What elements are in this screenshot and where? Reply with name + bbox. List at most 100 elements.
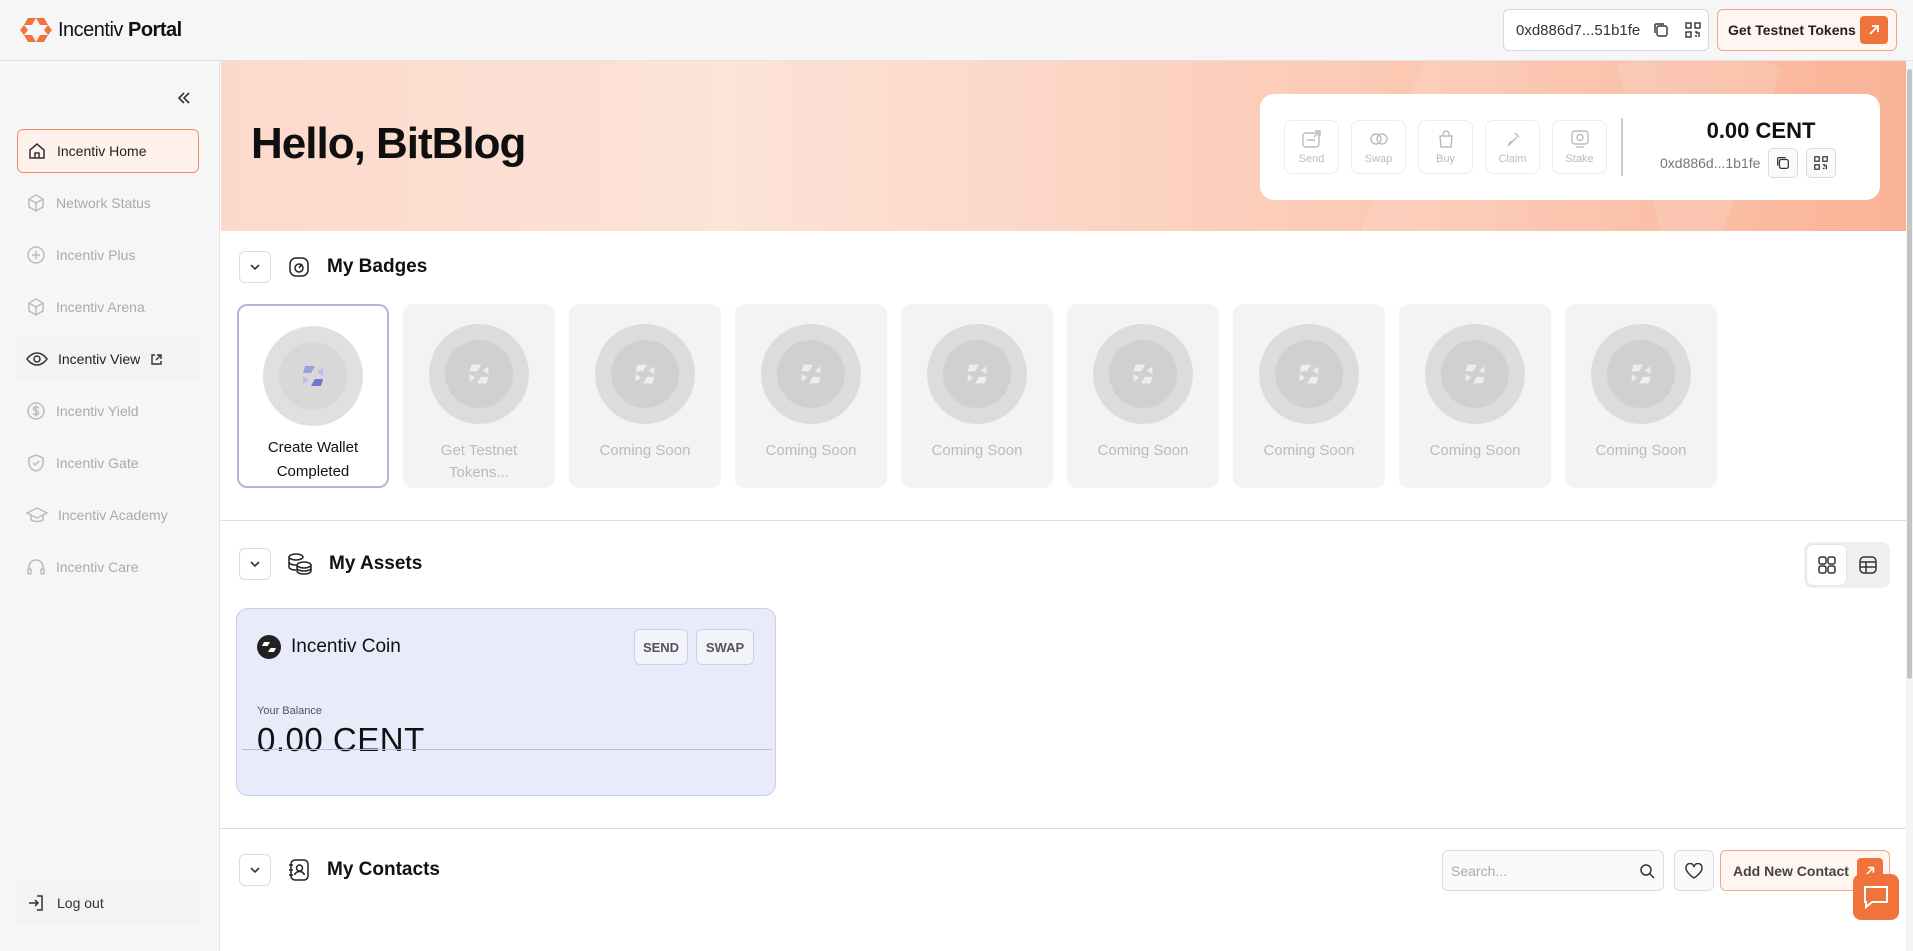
sidebar-item-incentiv-home[interactable]: Incentiv Home (17, 129, 199, 173)
badge-medal (263, 326, 363, 426)
sidebar-item-incentiv-yield[interactable]: Incentiv Yield (17, 389, 199, 433)
incentiv-coin-card[interactable]: Incentiv Coin SEND SWAP Your Balance 0.0… (236, 608, 776, 796)
top-bar: Incentiv Portal 0xd886d7...51b1fe Get Te… (0, 0, 1913, 61)
badge-card[interactable]: Coming Soon (1399, 304, 1551, 488)
sidebar-item-label: Network Status (56, 195, 151, 211)
add-contact-label: Add New Contact (1733, 862, 1849, 879)
badge-card[interactable]: Coming Soon (901, 304, 1053, 488)
collapse-contacts-button[interactable] (239, 854, 271, 886)
swap-button[interactable]: SWAP (696, 629, 754, 665)
logout-button[interactable]: Log out (17, 881, 199, 925)
scrollbar-thumb[interactable] (1907, 69, 1912, 679)
badges-title: My Badges (327, 256, 428, 277)
badge-card[interactable]: Create Wallet Completed (237, 304, 389, 488)
collapse-sidebar-icon[interactable] (176, 89, 192, 112)
contacts-title: My Contacts (327, 859, 440, 880)
divider (1621, 118, 1623, 176)
grid-view-button[interactable] (1807, 545, 1846, 585)
header-wallet-address[interactable]: 0xd886d7...51b1fe (1503, 9, 1709, 51)
badge-card[interactable]: Coming Soon (1565, 304, 1717, 488)
badge-card[interactable]: Coming Soon (569, 304, 721, 488)
dollar-icon (27, 402, 45, 420)
send-action-label: Send (1298, 153, 1325, 165)
assets-view-toggle (1804, 542, 1890, 588)
logo-name: Incentiv (58, 18, 123, 41)
balance-label: Your Balance (257, 705, 323, 717)
section-divider (221, 520, 1913, 521)
arrow-up-right-icon (1860, 16, 1888, 44)
main-content: Hello, BitBlog Send Swap Buy Claim Stake… (221, 61, 1913, 951)
page-scrollbar[interactable] (1906, 61, 1913, 951)
collapse-badges-button[interactable] (239, 251, 271, 283)
sidebar-item-incentiv-academy[interactable]: Incentiv Academy (17, 493, 199, 537)
claim-action-button[interactable]: Claim (1485, 120, 1540, 174)
qr-code-icon[interactable] (1682, 19, 1704, 41)
shopping-bag-icon (1438, 130, 1453, 148)
logo[interactable]: Incentiv Portal (20, 16, 182, 44)
table-icon (1858, 556, 1877, 574)
qr-code-button[interactable] (1806, 148, 1837, 178)
badge-label: Coming Soon (1263, 442, 1355, 459)
wallet-address-text: 0xd886d7...51b1fe (1516, 21, 1641, 39)
sidebar-item-incentiv-arena[interactable]: Incentiv Arena (17, 285, 199, 329)
logo-suffix: Portal (128, 18, 182, 41)
badges-section-header: My Badges (239, 251, 427, 283)
badge-card[interactable]: Coming Soon (735, 304, 887, 488)
favorites-button[interactable] (1674, 850, 1714, 891)
wallet-address-short: 0xd886d...1b1fe (1660, 155, 1761, 171)
incentiv-logo-icon (1631, 364, 1651, 384)
stake-action-button[interactable]: Stake (1552, 120, 1607, 174)
badge-medal (1591, 324, 1691, 424)
claim-icon (1506, 132, 1519, 147)
sidebar-item-label: Incentiv Care (56, 559, 139, 575)
sidebar-item-incentiv-view[interactable]: Incentiv View (17, 337, 199, 381)
sidebar-item-incentiv-gate[interactable]: Incentiv Gate (17, 441, 199, 485)
sidebar-item-label: Incentiv Academy (58, 507, 168, 523)
external-link-icon (151, 353, 162, 365)
claim-action-label: Claim (1498, 153, 1527, 165)
sidebar-item-network-status[interactable]: Network Status (17, 181, 199, 225)
badge-label: Coming Soon (1429, 442, 1521, 459)
badge-card[interactable]: Coming Soon (1067, 304, 1219, 488)
sidebar-item-incentiv-plus[interactable]: Incentiv Plus (17, 233, 199, 277)
badge-card[interactable]: Get Testnet Tokens... (403, 304, 555, 488)
contacts-book-icon (289, 859, 309, 881)
swap-action-button[interactable]: Swap (1351, 120, 1406, 174)
chevron-down-icon (250, 867, 260, 874)
chevron-down-icon (250, 561, 260, 568)
badge-card[interactable]: Coming Soon (1233, 304, 1385, 488)
incentiv-logo-icon (1133, 364, 1153, 384)
sidebar: Incentiv Home Network Status Incentiv Pl… (0, 61, 220, 951)
table-view-button[interactable] (1848, 545, 1887, 585)
badge-label: Coming Soon (931, 442, 1023, 459)
badge-label: Coming Soon (1097, 442, 1189, 459)
wallet-summary-card: Send Swap Buy Claim Stake 0.00 CENT 0xd8… (1260, 94, 1880, 200)
heart-icon (1685, 862, 1703, 879)
badge-medal (429, 324, 529, 424)
copy-icon[interactable] (1650, 19, 1672, 41)
copy-address-button[interactable] (1768, 148, 1799, 178)
testnet-button-label: Get Testnet Tokens (1728, 22, 1856, 38)
sidebar-item-label: Incentiv Yield (56, 403, 139, 419)
grid-icon (1817, 556, 1836, 574)
eye-icon (26, 352, 48, 366)
send-button[interactable]: SEND (634, 629, 688, 665)
buy-action-button[interactable]: Buy (1418, 120, 1473, 174)
get-testnet-tokens-button[interactable]: Get Testnet Tokens (1717, 9, 1897, 51)
hero-banner: Hello, BitBlog Send Swap Buy Claim Stake… (221, 61, 1913, 231)
sidebar-item-label: Incentiv Plus (56, 247, 136, 263)
collapse-assets-button[interactable] (239, 548, 271, 580)
badge-label: Create Wallet Completed (267, 439, 359, 480)
stake-action-label: Stake (1565, 153, 1594, 165)
incentiv-coin-icon (257, 635, 281, 659)
chat-support-button[interactable] (1853, 874, 1899, 920)
chat-icon (1864, 886, 1888, 910)
send-action-button[interactable]: Send (1284, 120, 1339, 174)
badges-list: Create Wallet Completed Get Testnet Toke… (237, 304, 1717, 488)
badge-medal (927, 324, 1027, 424)
incentiv-logo-icon (635, 364, 655, 384)
sidebar-item-incentiv-care[interactable]: Incentiv Care (17, 545, 199, 589)
badge-icon (289, 257, 309, 277)
balance-chart-line (242, 749, 772, 750)
contacts-search-input[interactable]: Search... (1442, 850, 1664, 891)
